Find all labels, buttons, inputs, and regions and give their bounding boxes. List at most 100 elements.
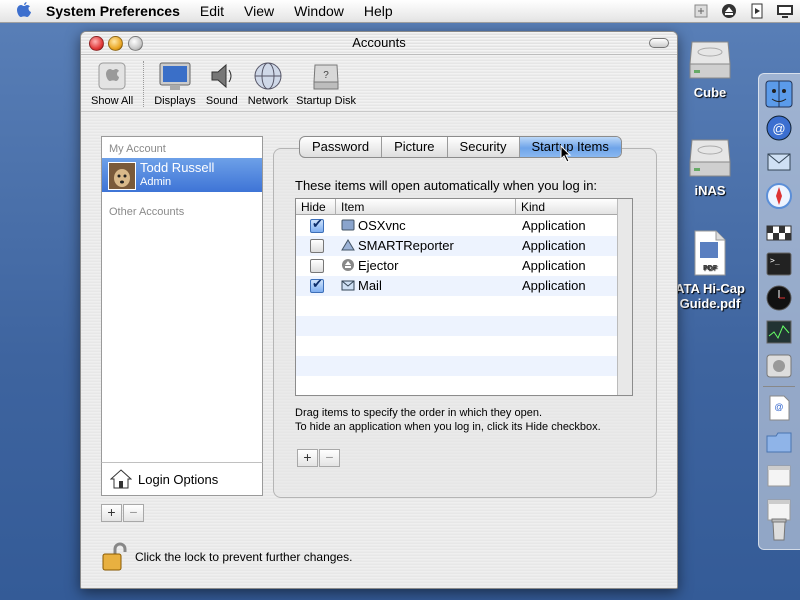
tab-password[interactable]: Password <box>300 137 383 157</box>
desktop-icon-pdf[interactable]: PDF ATA Hi-Cap Guide.pdf <box>665 230 755 311</box>
login-options-label: Login Options <box>138 471 219 487</box>
add-account-button[interactable]: + <box>101 504 122 522</box>
desktop-icon-cube[interactable]: Cube <box>665 34 755 100</box>
menu-view[interactable]: View <box>244 3 274 19</box>
column-header-hide[interactable]: Hide <box>296 199 336 215</box>
minimize-button[interactable] <box>108 36 123 51</box>
show-all-button[interactable]: Show All <box>91 59 133 107</box>
toolbar-toggle-button[interactable] <box>649 38 669 48</box>
dock-activity-monitor-icon[interactable] <box>763 316 795 348</box>
remove-item-button[interactable]: − <box>319 449 340 467</box>
startup-disk-button[interactable]: ? Startup Disk <box>296 59 356 107</box>
desktop-icon-label: ATA Hi-Cap Guide.pdf <box>675 281 745 311</box>
hide-checkbox[interactable] <box>310 239 324 253</box>
account-list[interactable]: My Account Todd Russell Admin Other Acco… <box>101 136 263 464</box>
house-icon <box>110 469 132 489</box>
startup-heading: These items will open automatically when… <box>295 178 598 193</box>
tab-picture[interactable]: Picture <box>382 137 448 157</box>
hide-checkbox[interactable] <box>310 216 324 233</box>
unlocked-lock-icon[interactable] <box>101 542 127 572</box>
script-menu-icon[interactable] <box>748 2 766 20</box>
item-kind: Application <box>522 218 586 233</box>
menu-help[interactable]: Help <box>364 3 393 19</box>
dock-chess-icon[interactable] <box>763 214 795 246</box>
login-options-button[interactable]: Login Options <box>101 462 263 496</box>
empty-row <box>296 336 618 356</box>
my-account-header: My Account <box>109 143 166 155</box>
window-title: Accounts <box>352 35 406 50</box>
network-button[interactable]: Network <box>248 59 288 107</box>
dock-finder-icon[interactable] <box>763 78 795 110</box>
help-line-2: To hide an application when you log in, … <box>295 421 601 433</box>
account-role: Admin <box>140 176 172 188</box>
dock-url-document-icon[interactable]: @ <box>763 392 795 424</box>
dock-separator <box>763 386 795 387</box>
accounts-pane: My Account Todd Russell Admin Other Acco… <box>81 112 677 588</box>
app-icon <box>341 239 355 251</box>
toolbar-label: Sound <box>205 95 238 107</box>
table-row[interactable]: OSXvnc Application <box>296 216 618 236</box>
remove-account-button[interactable]: − <box>123 504 144 522</box>
desktop-icon-label: iNAS <box>694 183 726 198</box>
startup-items-table[interactable]: Hide Item Kind OSXvnc Application SMARTR… <box>295 198 633 396</box>
vertical-scrollbar[interactable] <box>617 199 632 395</box>
apple-prefs-icon <box>94 59 130 93</box>
dock-safari-icon[interactable] <box>763 180 795 212</box>
account-name: Todd Russell <box>140 160 215 175</box>
globe-icon <box>250 59 286 93</box>
menu-app-name[interactable]: System Preferences <box>46 3 180 19</box>
accounts-window: Accounts Show All Displays Sound Network… <box>80 31 678 589</box>
displays-button[interactable]: Displays <box>154 59 196 107</box>
add-item-button[interactable]: + <box>297 449 318 467</box>
sound-button[interactable]: Sound <box>204 59 240 107</box>
lock-area: Click the lock to prevent further change… <box>101 542 352 572</box>
hard-drive-icon <box>689 41 731 79</box>
table-row[interactable]: Ejector Application <box>296 256 618 276</box>
dock-mail-icon[interactable] <box>763 146 795 178</box>
display-menu-icon[interactable] <box>692 2 710 20</box>
dock-internet-connect-icon[interactable]: @ <box>763 112 795 144</box>
table-row[interactable]: Mail Application <box>296 276 618 296</box>
close-button[interactable] <box>89 36 104 51</box>
column-header-item[interactable]: Item <box>336 199 516 215</box>
zoom-button[interactable] <box>128 36 143 51</box>
table-row[interactable]: SMARTReporter Application <box>296 236 618 256</box>
account-row-current[interactable]: Todd Russell Admin <box>102 158 262 192</box>
dock-trash-icon[interactable] <box>763 512 795 544</box>
dock-folder-icon[interactable] <box>763 426 795 458</box>
pdf-badge: PDF <box>703 265 718 272</box>
apple-menu-icon[interactable] <box>14 1 34 21</box>
tab-bar: Password Picture Security Startup Items <box>299 136 622 158</box>
dock-clock-icon[interactable] <box>763 282 795 314</box>
item-name: OSXvnc <box>358 218 406 233</box>
desktop-icon-inas[interactable]: iNAS <box>665 132 755 198</box>
desktop-icon-label: Cube <box>693 85 727 100</box>
dock: @ >_ @ <box>758 73 800 550</box>
svg-text:@: @ <box>774 402 783 412</box>
menu-edit[interactable]: Edit <box>200 3 224 19</box>
hard-drive-icon <box>689 139 731 177</box>
pdf-document-icon: PDF <box>694 230 726 276</box>
item-kind: Application <box>522 278 586 293</box>
app-icon <box>341 219 355 231</box>
svg-text:>_: >_ <box>770 256 780 265</box>
dock-minimized-window-icon[interactable] <box>763 460 795 492</box>
empty-row <box>296 316 618 336</box>
hide-checkbox[interactable] <box>310 276 324 293</box>
help-text: Drag items to specify the order in which… <box>295 406 601 434</box>
toolbar-label: Displays <box>154 95 196 107</box>
hide-checkbox[interactable] <box>310 259 324 273</box>
column-header-kind[interactable]: Kind <box>516 199 618 215</box>
title-bar[interactable]: Accounts <box>81 32 677 55</box>
dock-system-preferences-icon[interactable] <box>763 350 795 382</box>
toolbar-separator <box>143 61 145 107</box>
tab-security[interactable]: Security <box>448 137 520 157</box>
monitor-menu-icon[interactable] <box>776 2 794 20</box>
menu-window[interactable]: Window <box>294 3 344 19</box>
mail-icon <box>341 280 355 291</box>
eject-icon[interactable] <box>720 2 738 20</box>
svg-text:@: @ <box>772 121 785 136</box>
dock-terminal-icon[interactable]: >_ <box>763 248 795 280</box>
item-name: Mail <box>358 278 382 293</box>
disk-icon: ? <box>308 59 344 93</box>
